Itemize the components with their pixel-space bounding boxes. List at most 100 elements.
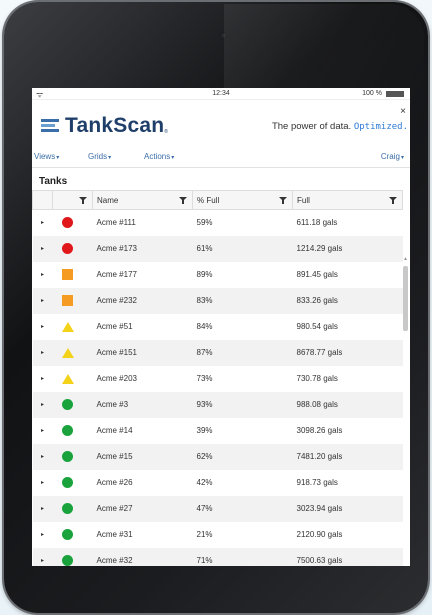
cell-pct: 83% bbox=[192, 287, 293, 314]
name-header[interactable]: Name bbox=[92, 190, 193, 210]
cell-pct: 93% bbox=[192, 391, 293, 418]
cell-full: 988.08 gals bbox=[292, 391, 403, 418]
table-row[interactable]: ▸ Acme #32 71% 7500.63 gals bbox=[32, 547, 403, 566]
expand-row-icon[interactable]: ▸ bbox=[33, 418, 53, 444]
table-row[interactable]: ▸ Acme #173 61% 1214.29 gals bbox=[32, 235, 403, 262]
expand-row-icon[interactable]: ▸ bbox=[32, 235, 53, 262]
scroll-up-icon[interactable]: ▲ bbox=[403, 256, 408, 262]
grid-body: ▸ Acme #111 59% 611.18 gals ▸ Acme #173 61% 121… bbox=[32, 210, 403, 566]
user-menu[interactable]: Craig▾ bbox=[381, 152, 404, 161]
orange-square-icon bbox=[61, 269, 73, 280]
cell-name: Acme #51 bbox=[96, 322, 133, 331]
pct-full-header[interactable]: % Full bbox=[192, 190, 293, 210]
cell-pct: 59% bbox=[196, 218, 213, 228]
cell-pct: 89% bbox=[196, 270, 213, 279]
cell-name: Acme #14 bbox=[96, 426, 133, 435]
cell-pct: 73% bbox=[196, 374, 213, 383]
table-row[interactable]: ▸ Acme #3 93% 988.08 gals bbox=[32, 391, 403, 418]
logo-mark-icon bbox=[41, 119, 59, 133]
cell-name: Acme #111 bbox=[96, 218, 136, 228]
expand-row-icon[interactable]: ▸ bbox=[33, 366, 53, 392]
cell-full: 3098.26 gals bbox=[296, 426, 343, 435]
close-icon[interactable]: × bbox=[400, 106, 406, 117]
cell-name: Acme #32 bbox=[92, 547, 193, 566]
filter-icon[interactable] bbox=[389, 197, 397, 204]
actions-menu[interactable]: Actions▾ bbox=[144, 152, 174, 161]
expand-row-icon[interactable]: ▸ bbox=[32, 443, 53, 470]
cell-name: Acme #151 bbox=[92, 339, 193, 366]
cell-name: Acme #3 bbox=[92, 391, 193, 418]
filter-icon[interactable] bbox=[179, 197, 187, 204]
cell-name: Acme #31 bbox=[96, 530, 133, 539]
tagline-accent: Optimized. bbox=[353, 122, 408, 132]
cell-full: 8678.77 gals bbox=[292, 339, 403, 366]
battery-percent: 100 % bbox=[362, 90, 382, 97]
status-cell bbox=[52, 235, 93, 262]
tagline-text: The power of data. bbox=[271, 121, 354, 132]
expand-row-icon[interactable]: ▸ bbox=[32, 391, 53, 418]
trademark: ® bbox=[164, 129, 168, 135]
cell-name: Acme #27 bbox=[92, 495, 193, 522]
status-cell bbox=[52, 547, 93, 566]
cell-full: 730.78 gals bbox=[296, 374, 338, 383]
table-row[interactable]: ▸ Acme #203 73% 730.78 gals bbox=[33, 366, 403, 392]
expand-row-icon[interactable]: ▸ bbox=[33, 314, 53, 340]
full-header-label: Full bbox=[297, 195, 310, 205]
chevron-down-icon: ▾ bbox=[400, 155, 404, 161]
table-row[interactable]: ▸ Acme #15 62% 7481.20 gals bbox=[32, 443, 403, 470]
table-row[interactable]: ▸ Acme #232 83% 833.26 gals bbox=[32, 287, 403, 314]
expand-row-icon[interactable]: ▸ bbox=[32, 287, 53, 314]
chevron-down-icon: ▾ bbox=[108, 155, 112, 161]
cell-full: 7500.63 gals bbox=[292, 547, 403, 566]
expand-row-icon[interactable]: ▸ bbox=[33, 522, 53, 548]
cell-full: 918.73 gals bbox=[296, 478, 338, 487]
status-cell bbox=[53, 366, 93, 392]
expand-row-icon[interactable]: ▸ bbox=[32, 339, 53, 366]
chevron-down-icon: ▾ bbox=[171, 155, 175, 161]
grids-menu[interactable]: Grids▾ bbox=[88, 152, 111, 161]
table-row[interactable]: ▸ Acme #14 39% 3098.26 gals bbox=[33, 418, 403, 444]
tablet-screen: ᯤ 12:34 100 % TankScan ® × The power of … bbox=[32, 88, 410, 566]
expand-row-icon[interactable]: ▸ bbox=[33, 470, 53, 496]
cell-full: 1214.29 gals bbox=[292, 235, 403, 262]
status-cell bbox=[52, 443, 93, 470]
status-cell bbox=[53, 470, 93, 496]
background: ᯤ 12:34 100 % TankScan ® × The power of … bbox=[0, 0, 432, 615]
cell-full: 7481.20 gals bbox=[292, 443, 403, 470]
status-header[interactable] bbox=[52, 190, 93, 210]
tankscan-logo[interactable]: TankScan ® bbox=[41, 114, 168, 138]
green-circle-icon bbox=[61, 399, 73, 410]
cell-name: Acme #232 bbox=[92, 287, 193, 314]
cell-pct: 71% bbox=[192, 547, 293, 566]
status-cell bbox=[53, 522, 93, 548]
table-row[interactable]: ▸ Acme #51 84% 980.54 gals bbox=[33, 314, 403, 340]
green-circle-icon bbox=[61, 477, 73, 488]
expand-row-icon[interactable]: ▸ bbox=[33, 262, 53, 288]
table-row[interactable]: ▸ Acme #111 59% 611.18 gals bbox=[33, 210, 403, 236]
green-circle-icon bbox=[61, 503, 73, 514]
scrollbar-thumb[interactable] bbox=[403, 266, 408, 331]
status-cell bbox=[53, 210, 93, 236]
app-header: TankScan ® × The power of data. Optimize… bbox=[32, 100, 410, 146]
section-title: Tanks bbox=[39, 176, 68, 187]
expand-row-icon[interactable]: ▸ bbox=[32, 495, 53, 522]
cell-name: Acme #173 bbox=[92, 235, 193, 262]
filter-icon[interactable] bbox=[279, 197, 287, 204]
cell-name: Acme #15 bbox=[92, 443, 193, 470]
table-row[interactable]: ▸ Acme #31 21% 2120.90 gals bbox=[33, 522, 403, 548]
red-circle-icon bbox=[61, 217, 73, 229]
filter-icon[interactable] bbox=[79, 197, 87, 204]
table-row[interactable]: ▸ Acme #26 42% 918.73 gals bbox=[33, 470, 403, 496]
views-menu[interactable]: Views▾ bbox=[34, 152, 59, 161]
expand-row-icon[interactable]: ▸ bbox=[33, 210, 53, 236]
name-header-label: Name bbox=[97, 195, 119, 205]
table-row[interactable]: ▸ Acme #177 89% 891.45 gals bbox=[33, 262, 403, 288]
table-row[interactable]: ▸ Acme #151 87% 8678.77 gals bbox=[32, 339, 403, 366]
battery-icon bbox=[386, 91, 404, 97]
full-header[interactable]: Full bbox=[292, 190, 403, 210]
vertical-scrollbar[interactable]: ▲ bbox=[403, 256, 408, 556]
expand-row-icon[interactable]: ▸ bbox=[32, 547, 53, 566]
cell-full: 833.26 gals bbox=[292, 287, 403, 314]
table-row[interactable]: ▸ Acme #27 47% 3023.94 gals bbox=[32, 495, 403, 522]
cell-full: 611.18 gals bbox=[296, 218, 338, 228]
